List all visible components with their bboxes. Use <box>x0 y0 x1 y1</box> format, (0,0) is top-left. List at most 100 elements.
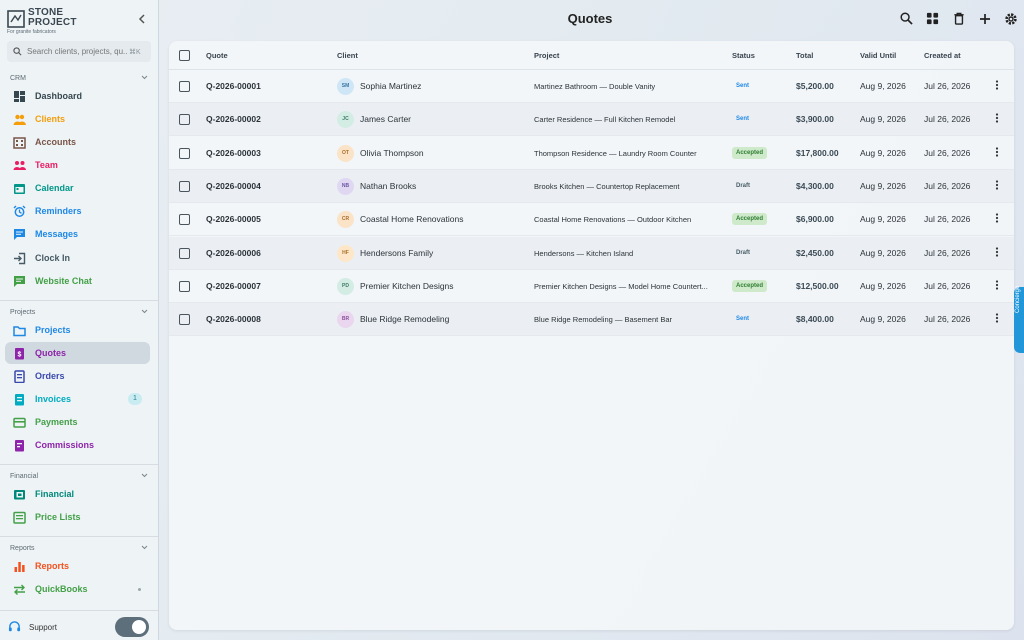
login-icon <box>14 252 26 264</box>
sidebar-item-accounts[interactable]: Accounts <box>5 131 150 153</box>
row-actions-button[interactable] <box>995 246 999 260</box>
building-icon <box>13 136 26 149</box>
grid-view-button[interactable] <box>924 10 941 27</box>
add-quote-button[interactable] <box>976 10 993 27</box>
row-actions-button[interactable] <box>995 280 999 293</box>
column-header-status[interactable]: Status <box>732 51 755 60</box>
sidebar-item-financial[interactable]: Financial <box>5 483 150 505</box>
concierge-side-tab[interactable]: Concierge <box>1014 286 1024 353</box>
row-actions-button[interactable] <box>995 113 999 126</box>
row-checkbox[interactable] <box>179 247 190 259</box>
sidebar-item-label: QuickBooks <box>35 584 88 594</box>
quote-number[interactable]: Q-2026-00006 <box>206 248 261 258</box>
row-checkbox[interactable] <box>179 314 190 326</box>
row-actions-button[interactable] <box>995 313 999 326</box>
sidebar-item-reminders[interactable]: Reminders <box>5 200 150 222</box>
row-checkbox[interactable] <box>179 180 190 192</box>
settings-button[interactable] <box>1002 10 1019 27</box>
sidebar-item-commissions[interactable]: Commissions <box>5 434 150 456</box>
section-reports[interactable]: Reports <box>10 545 150 552</box>
row-actions-button[interactable] <box>995 146 999 160</box>
quote-number[interactable]: Q-2026-00001 <box>206 81 261 91</box>
global-search[interactable]: ⌘K <box>7 41 151 62</box>
sidebar-item-team[interactable]: Team <box>5 154 150 176</box>
support-label: Support <box>29 622 58 632</box>
table-row[interactable]: Q-2026-00008 BR Blue Ridge Remodeling Bl… <box>169 303 1014 337</box>
sidebar-item-reports[interactable]: Reports <box>5 555 150 577</box>
sidebar-item-projects[interactable]: Projects <box>5 319 150 341</box>
table-row[interactable]: Q-2026-00001 SM Sophia Martinez Martinez… <box>169 70 1014 103</box>
valid-until: Aug 9, 2026 <box>860 247 906 258</box>
search-input[interactable] <box>27 47 127 56</box>
sidebar-item-label: Payments <box>35 417 78 427</box>
client-name[interactable]: Coastal Home Renovations <box>360 214 463 224</box>
column-header-total[interactable]: Total <box>796 51 813 60</box>
column-header-project[interactable]: Project <box>534 51 559 60</box>
table-row[interactable]: Q-2026-00006 HF Hendersons Family Hender… <box>169 236 1014 270</box>
section-crm[interactable]: CRM <box>10 75 150 82</box>
sidebar-item-payments[interactable]: Payments <box>5 411 150 433</box>
sidebar-item-clients[interactable]: Clients <box>5 108 150 130</box>
quote-number[interactable]: Q-2026-00005 <box>206 214 261 224</box>
support-toggle[interactable] <box>115 617 149 637</box>
section-projects[interactable]: Projects <box>10 309 150 316</box>
row-checkbox[interactable] <box>179 214 190 226</box>
search-button[interactable] <box>898 10 915 27</box>
delete-button[interactable] <box>950 10 967 27</box>
sidebar-item-clock-in[interactable]: Clock In <box>5 247 150 269</box>
row-checkbox[interactable] <box>179 114 190 126</box>
row-actions-button[interactable] <box>995 213 999 226</box>
sidebar-item-dashboard[interactable]: Dashboard <box>5 85 150 107</box>
trash-icon <box>953 12 964 25</box>
sidebar-item-price-lists[interactable]: Price Lists <box>5 506 150 528</box>
column-header-quote[interactable]: Quote <box>206 51 228 60</box>
table-row[interactable]: Q-2026-00005 CR Coastal Home Renovations… <box>169 203 1014 237</box>
support-row[interactable]: Support <box>8 617 150 637</box>
sidebar-item-invoices[interactable]: Invoices 1 <box>5 388 150 410</box>
grid-icon <box>926 12 939 25</box>
table-row[interactable]: Q-2026-00004 NB Nathan Brooks Brooks Kit… <box>169 169 1014 203</box>
quote-number[interactable]: Q-2026-00004 <box>206 181 261 191</box>
project-name: Brooks Kitchen — Countertop Replacement <box>534 181 680 191</box>
row-checkbox[interactable] <box>179 147 190 159</box>
table-row[interactable]: Q-2026-00007 PD Premier Kitchen Designs … <box>169 270 1014 303</box>
folder-icon <box>13 325 26 336</box>
quote-number[interactable]: Q-2026-00007 <box>206 281 261 291</box>
table-row[interactable]: Q-2026-00003 OT Olivia Thompson Thompson… <box>169 137 1014 170</box>
created-at: Jul 26, 2026 <box>924 280 971 291</box>
client-name[interactable]: Blue Ridge Remodeling <box>360 314 449 324</box>
row-actions-button[interactable] <box>995 80 999 93</box>
brand-logo[interactable]: STONE PROJECT For granite fabricators <box>7 8 137 36</box>
collapse-sidebar-button[interactable] <box>138 14 146 27</box>
row-actions-button[interactable] <box>995 180 999 193</box>
table-row[interactable]: Q-2026-00002 JC James Carter Carter Resi… <box>169 103 1014 137</box>
sidebar-item-label: Clock In <box>35 253 71 263</box>
client-name[interactable]: James Carter <box>360 114 411 124</box>
sidebar-item-orders[interactable]: Orders <box>5 365 150 387</box>
sidebar-item-calendar[interactable]: Calendar <box>5 177 150 199</box>
client-name[interactable]: Nathan Brooks <box>360 181 416 191</box>
column-header-valid-until[interactable]: Valid Until <box>860 51 896 60</box>
row-checkbox[interactable] <box>179 81 190 92</box>
status-badge: Accepted <box>732 279 768 292</box>
sidebar-item-quotes[interactable]: $ Quotes <box>5 342 150 364</box>
client-name[interactable]: Sophia Martinez <box>360 81 421 91</box>
quote-number[interactable]: Q-2026-00008 <box>206 314 261 324</box>
quote-number[interactable]: Q-2026-00003 <box>206 148 261 158</box>
select-all-checkbox[interactable] <box>179 50 190 61</box>
sidebar-item-website-chat[interactable]: Website Chat <box>5 270 150 292</box>
sidebar-item-quickbooks[interactable]: QuickBooks <box>5 578 150 600</box>
column-header-created-at[interactable]: Created at <box>924 51 961 60</box>
quote-number[interactable]: Q-2026-00002 <box>206 114 261 124</box>
client-name[interactable]: Premier Kitchen Designs <box>360 281 454 291</box>
column-header-client[interactable]: Client <box>337 51 358 60</box>
section-financial[interactable]: Financial <box>10 473 150 480</box>
status-badge: Draft <box>736 249 751 256</box>
total-amount: $12,500.00 <box>796 280 839 291</box>
avatar: NB <box>337 177 354 195</box>
sidebar-item-messages[interactable]: Messages <box>5 223 150 245</box>
more-vertical-icon <box>995 213 999 223</box>
client-name[interactable]: Olivia Thompson <box>360 148 424 158</box>
row-checkbox[interactable] <box>179 280 190 292</box>
client-name[interactable]: Hendersons Family <box>360 248 433 258</box>
